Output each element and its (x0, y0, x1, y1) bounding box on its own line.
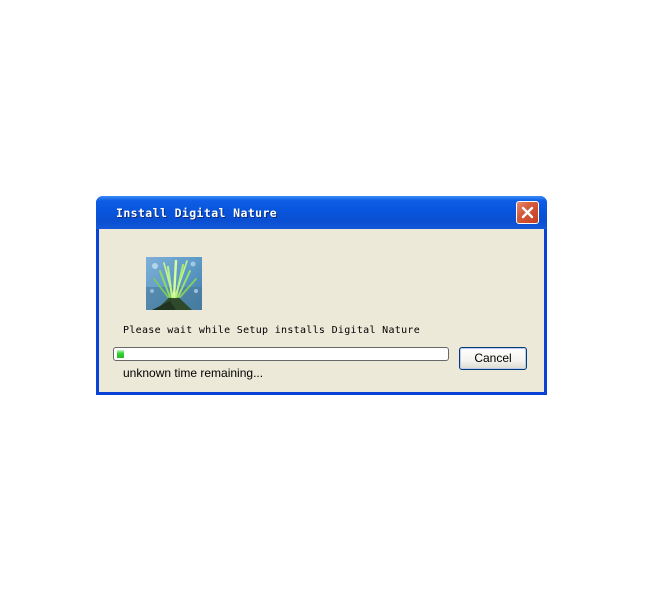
installer-window: Install Digital Nature Please wait while… (96, 196, 547, 395)
window-title: Install Digital Nature (116, 206, 278, 220)
install-progress-bar (113, 347, 449, 361)
dialog-body: Please wait while Setup installs Digital… (99, 229, 544, 392)
time-remaining-label: unknown time remaining... (123, 366, 264, 380)
cancel-button[interactable]: Cancel (459, 347, 527, 370)
close-button[interactable] (516, 201, 539, 224)
close-icon (521, 206, 534, 219)
digital-nature-image (146, 257, 202, 310)
status-message: Please wait while Setup installs Digital… (123, 325, 421, 336)
title-bar[interactable]: Install Digital Nature (96, 196, 547, 229)
progress-fill (117, 350, 124, 358)
